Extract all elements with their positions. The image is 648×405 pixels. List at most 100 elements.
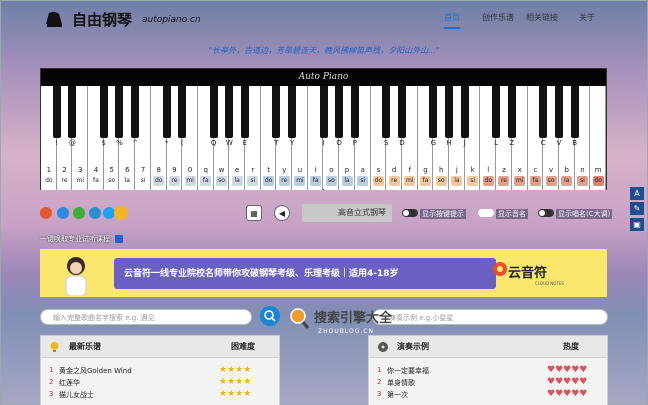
white-key-label: l — [487, 166, 490, 174]
black-key[interactable] — [507, 86, 516, 138]
site-title[interactable]: 自由钢琴 — [72, 9, 132, 30]
black-key[interactable] — [382, 86, 391, 138]
white-key-note: so — [215, 176, 227, 186]
row-rank: 2 — [377, 378, 382, 386]
qzone-icon[interactable] — [89, 207, 101, 219]
white-key-note: fa — [93, 177, 99, 184]
white-key-label: k — [470, 166, 475, 174]
rating-icon: ★★★★ — [219, 389, 252, 399]
black-key-label: E — [242, 139, 248, 147]
black-key[interactable] — [225, 86, 234, 138]
black-key[interactable] — [99, 86, 108, 138]
black-key-label: J — [463, 139, 466, 147]
black-key[interactable] — [319, 86, 328, 138]
white-key-note: la — [231, 176, 243, 186]
white-key-label: z — [502, 166, 506, 174]
white-key-note: re — [168, 176, 180, 186]
wechat-icon[interactable] — [73, 207, 85, 219]
white-key-label: 3 — [78, 166, 83, 174]
white-key-note: la — [451, 176, 463, 186]
nav-links[interactable]: 相关链接 — [526, 12, 558, 23]
white-key-note: si — [467, 176, 479, 186]
keyboard-icon[interactable]: ▦ — [246, 205, 262, 221]
white-key-note: do — [482, 176, 494, 186]
nav-compose[interactable]: 创作乐谱 — [482, 12, 514, 23]
qq-icon[interactable] — [57, 207, 69, 219]
black-key[interactable] — [272, 86, 281, 138]
white-key-note: do — [592, 176, 604, 186]
image-icon[interactable]: ▣ — [630, 218, 644, 231]
panel-title: 演奏示例 — [397, 342, 429, 351]
black-key[interactable] — [162, 86, 171, 138]
black-key[interactable] — [52, 86, 61, 138]
list-item[interactable]: 黄金之风Golden Wind — [59, 366, 132, 376]
tutorial-link[interactable]: 一键唤取专业试听课程 — [40, 234, 110, 244]
list-item[interactable]: 单身情歌 — [387, 378, 415, 388]
list-item[interactable]: 红莲华 — [59, 378, 80, 388]
black-key-label: % — [116, 139, 123, 147]
white-key-label: 4 — [93, 166, 99, 174]
row-rank: 3 — [377, 390, 382, 398]
site-domain: autopiano.cn — [142, 15, 201, 25]
star-icon[interactable] — [114, 206, 128, 220]
nav-home[interactable]: 首页 — [444, 12, 460, 29]
black-key[interactable] — [350, 86, 359, 138]
black-key[interactable] — [570, 86, 579, 138]
white-key-note: do — [45, 177, 53, 184]
piano-keyboard[interactable]: Auto Piano 1 do 2 re 3 mi 4 fa 5 so 6 la 7 si 8 do 9 re 0 m… — [40, 68, 607, 190]
toggle-solfege[interactable] — [538, 209, 554, 217]
weibo-icon[interactable] — [40, 207, 52, 219]
white-key-note: re — [498, 176, 510, 186]
volume-icon[interactable]: ◀ — [274, 205, 290, 221]
black-key[interactable] — [335, 86, 344, 138]
white-key-label: j — [455, 166, 458, 174]
black-key-label: I — [322, 139, 325, 147]
black-key[interactable] — [460, 86, 469, 138]
toggle-note-names[interactable] — [478, 209, 494, 217]
ad-banner[interactable]: 云音符一线专业院校名师带你攻破钢琴考级、乐理考级｜适用4-18岁 云音符 CLO… — [40, 249, 607, 297]
black-key[interactable] — [68, 86, 77, 138]
white-key-note: mi — [294, 176, 306, 186]
toggle-key-hints[interactable] — [402, 209, 418, 217]
black-key[interactable] — [429, 86, 438, 138]
sound-select-button[interactable]: 高音立式钢琴 — [302, 204, 392, 222]
black-key[interactable] — [178, 86, 187, 138]
black-key-label: Q — [210, 139, 217, 147]
watermark-magnifier-icon — [290, 308, 310, 329]
black-key[interactable] — [241, 86, 250, 138]
black-key[interactable] — [554, 86, 563, 138]
demo-panel: 演奏示例 热度 1 你一定要幸福 ♥♥♥♥♥ 2 单身情歌 ♥♥♥♥♥ 3 第一次 ♥♥♥♥♥ — [368, 335, 608, 405]
white-key-label: d — [391, 166, 397, 174]
rating-icon: ♥♥♥♥♥ — [547, 377, 588, 387]
white-key[interactable] — [590, 86, 606, 190]
white-key-note: la — [561, 176, 573, 186]
black-key[interactable] — [539, 86, 548, 138]
black-key[interactable] — [492, 86, 501, 138]
black-key-label: S — [384, 139, 389, 147]
white-key-label: c — [533, 166, 538, 174]
white-key-note: si — [357, 176, 369, 186]
black-key-label: * — [164, 139, 169, 147]
search-icon[interactable] — [260, 306, 280, 326]
edit-icon[interactable]: ✎ — [630, 202, 644, 215]
black-key[interactable] — [397, 86, 406, 138]
black-key[interactable] — [288, 86, 297, 138]
black-key[interactable] — [209, 86, 218, 138]
tutorial-icon[interactable] — [115, 235, 123, 243]
song-search-input[interactable]: 输入完整歌曲名字搜索 e.g. 遇见 — [40, 309, 252, 325]
list-item[interactable]: 第一次 — [387, 390, 408, 400]
nav-about[interactable]: 关于 — [579, 12, 595, 23]
black-key[interactable] — [131, 86, 140, 138]
translate-icon[interactable]: A — [630, 187, 644, 200]
white-key-label: f — [408, 166, 412, 174]
black-key-label: $ — [101, 139, 106, 147]
white-key-label: r — [251, 166, 255, 174]
list-item[interactable]: 你一定要幸福 — [387, 366, 429, 376]
demo-search-input[interactable]: 演奏示例 e.g.小星星 — [372, 309, 608, 325]
black-key[interactable] — [445, 86, 454, 138]
piano-top-bar: Auto Piano — [41, 69, 606, 86]
banner-text: 云音符一线专业院校名师带你攻破钢琴考级、乐理考级｜适用4-18岁 — [124, 269, 399, 279]
white-key-label: g — [423, 166, 428, 174]
list-item[interactable]: 猫儿女战士 — [59, 390, 94, 400]
black-key[interactable] — [115, 86, 124, 138]
